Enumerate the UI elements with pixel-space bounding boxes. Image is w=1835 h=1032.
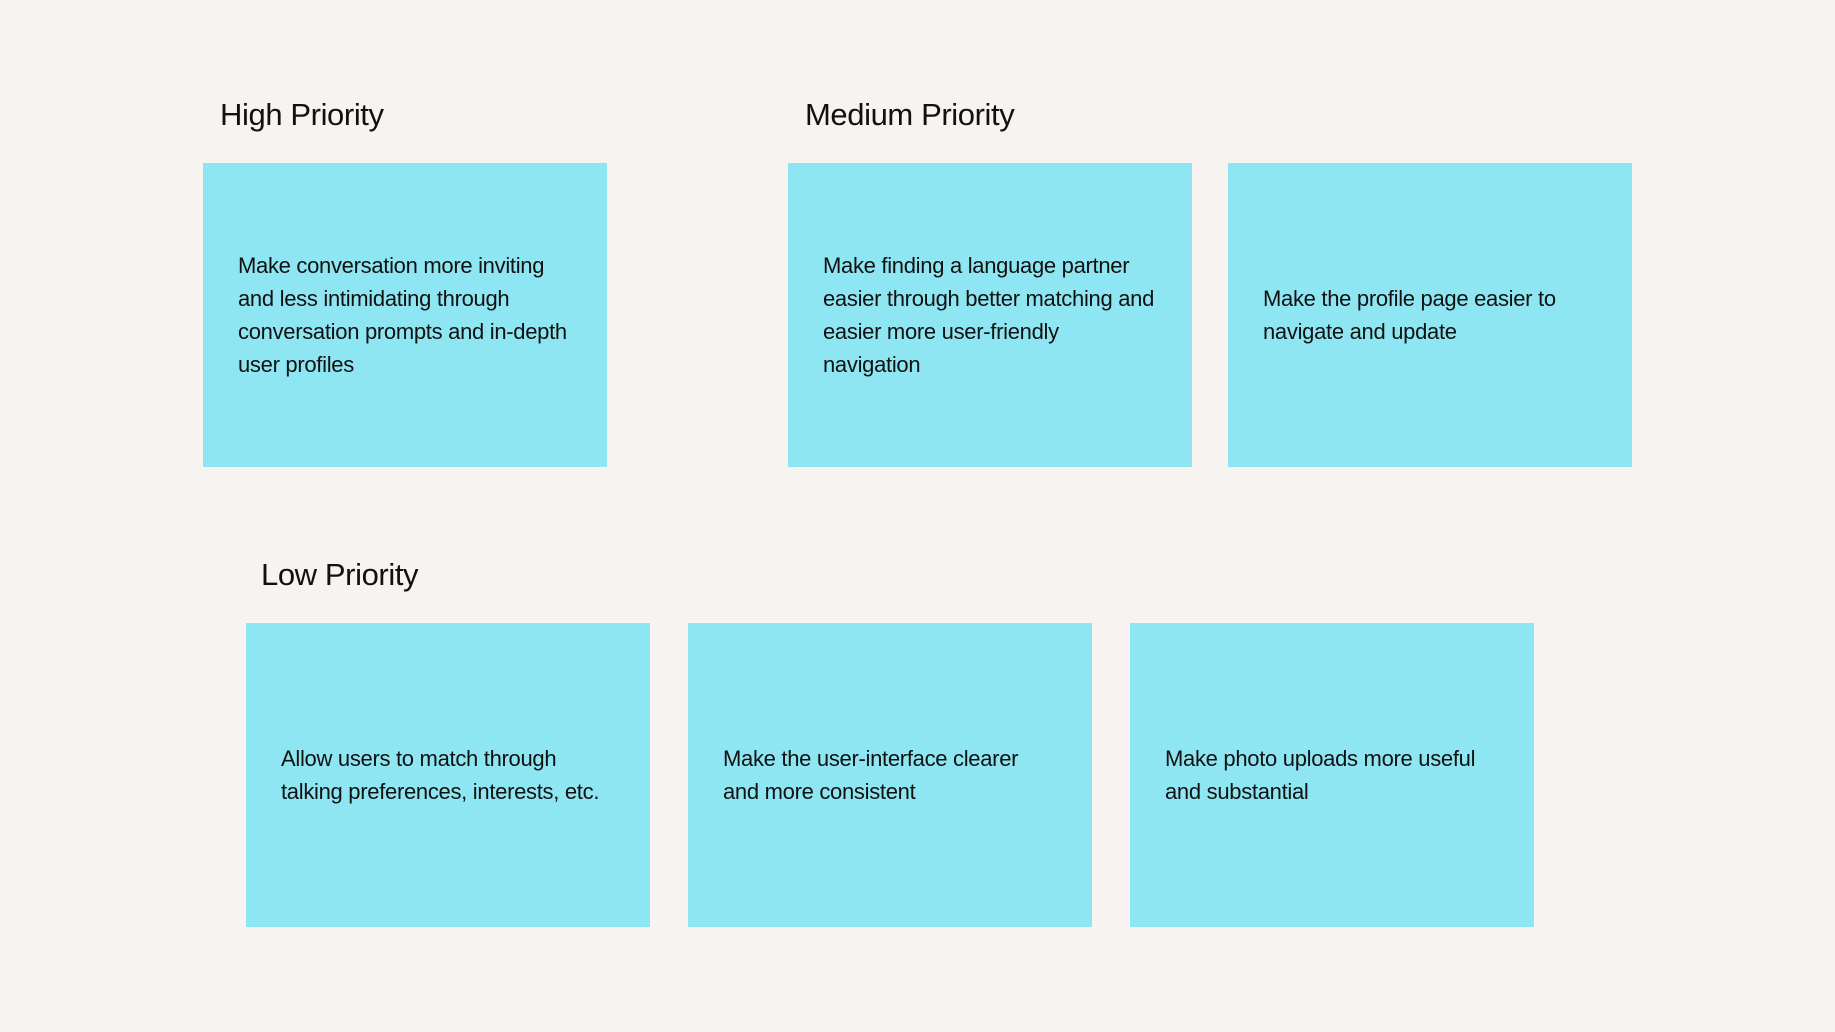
sticky-note-text: Allow users to match through talking pre…: [281, 746, 600, 804]
sticky-note-low-2[interactable]: Make the user-interface clearer and more…: [688, 623, 1092, 927]
sticky-note-text: Make conversation more inviting and less…: [238, 253, 567, 377]
low-priority-heading: Low Priority: [261, 557, 419, 592]
medium-priority-heading: Medium Priority: [805, 97, 1015, 132]
sticky-note-text: Make finding a language partner easier t…: [823, 253, 1155, 377]
sticky-note-text: Make the user-interface clearer and more…: [723, 746, 1019, 804]
sticky-note-medium-1[interactable]: Make finding a language partner easier t…: [788, 163, 1192, 467]
sticky-note-medium-2[interactable]: Make the profile page easier to navigate…: [1228, 163, 1632, 467]
sticky-note-low-1[interactable]: Allow users to match through talking pre…: [246, 623, 650, 927]
high-priority-heading: High Priority: [220, 97, 384, 132]
sticky-note-low-3[interactable]: Make photo uploads more useful and subst…: [1130, 623, 1534, 927]
sticky-note-high-1[interactable]: Make conversation more inviting and less…: [203, 163, 607, 467]
sticky-note-text: Make photo uploads more useful and subst…: [1165, 746, 1476, 804]
sticky-note-text: Make the profile page easier to navigate…: [1263, 286, 1556, 344]
